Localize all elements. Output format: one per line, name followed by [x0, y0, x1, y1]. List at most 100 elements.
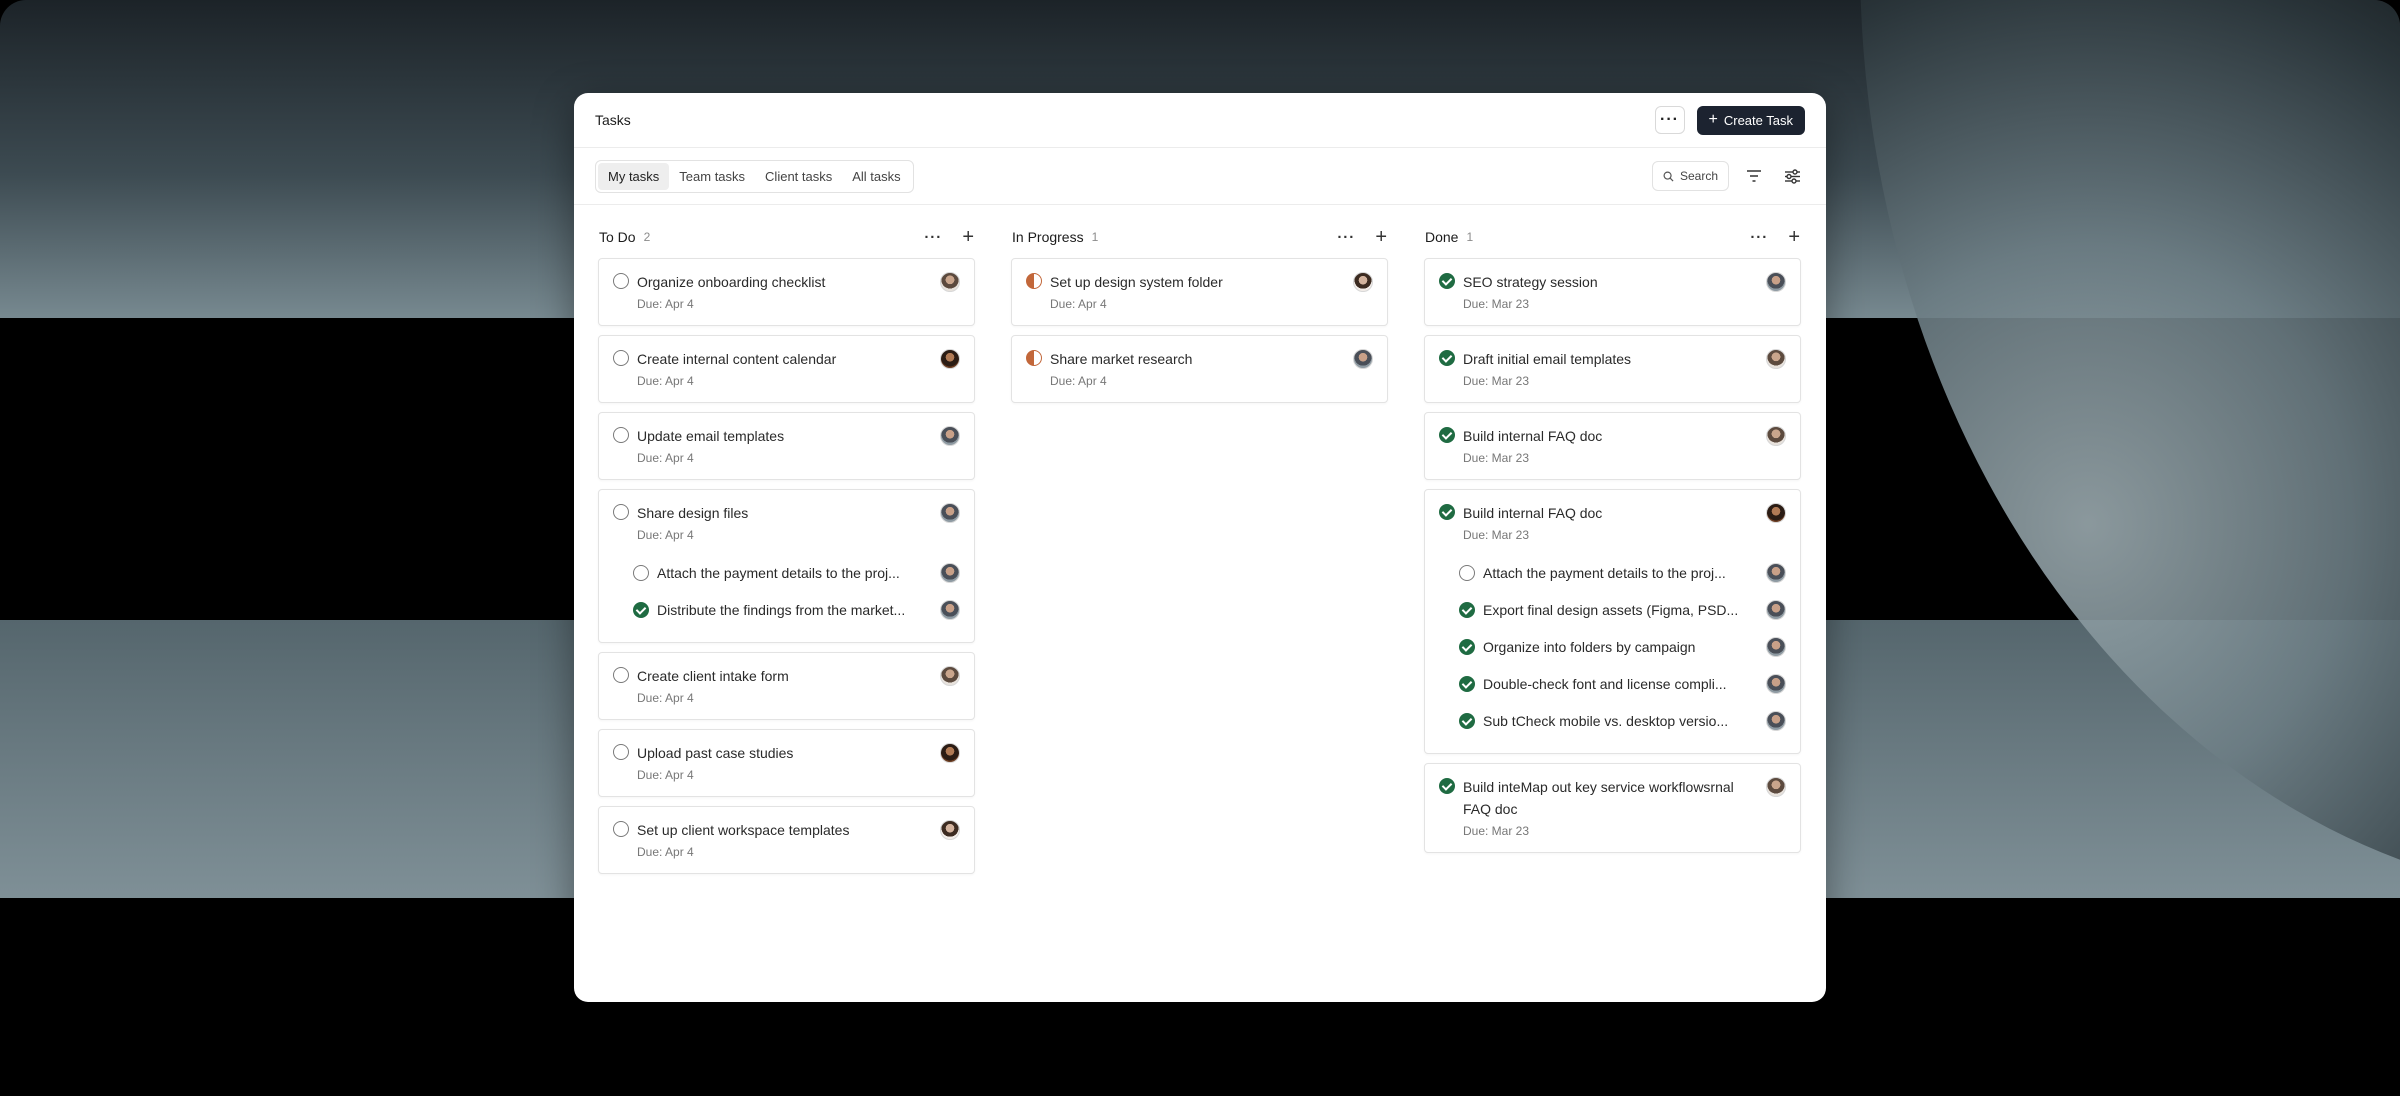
avatar[interactable]: [1766, 777, 1786, 797]
avatar[interactable]: [940, 503, 960, 523]
task-title: Update email templates: [637, 428, 785, 444]
avatar[interactable]: [1353, 272, 1373, 292]
status-todo-icon[interactable]: [613, 821, 629, 837]
column-add-button[interactable]: +: [1375, 227, 1387, 247]
status-progress-icon[interactable]: [1026, 350, 1042, 366]
avatar[interactable]: [1766, 562, 1786, 583]
status-done-icon[interactable]: [1439, 273, 1455, 289]
task-title: SEO strategy session: [1463, 274, 1598, 290]
tab-my-tasks[interactable]: My tasks: [598, 162, 670, 190]
task-card[interactable]: Upload past case studies Due: Apr 4: [598, 729, 975, 797]
task-card[interactable]: Create internal content calendar Due: Apr…: [598, 335, 975, 403]
column-more-button[interactable]: ···: [1337, 230, 1355, 245]
task-card-row: Organize onboarding checklist: [613, 271, 960, 293]
avatar[interactable]: [1766, 349, 1786, 369]
status-todo-icon[interactable]: [613, 273, 629, 289]
task-card[interactable]: SEO strategy session Due: Mar 23: [1424, 258, 1801, 326]
status-todo-icon[interactable]: [613, 504, 629, 520]
avatar[interactable]: [940, 349, 960, 369]
task-card[interactable]: Create client intake form Due: Apr 4: [598, 652, 975, 720]
search-button[interactable]: Search: [1651, 161, 1729, 191]
create-task-label: Create Task: [1723, 112, 1793, 128]
task-card[interactable]: Build internal FAQ doc Due: Mar 23: [1424, 412, 1801, 480]
column-title: In Progress: [1012, 229, 1084, 245]
avatar[interactable]: [940, 599, 960, 620]
create-task-button[interactable]: + Create Task: [1696, 105, 1805, 135]
avatar[interactable]: [940, 743, 960, 763]
avatar[interactable]: [1766, 426, 1786, 446]
avatar[interactable]: [940, 562, 960, 583]
subtask-item[interactable]: Attach the payment details to the proj..…: [1459, 554, 1786, 591]
status-todo-icon[interactable]: [613, 667, 629, 683]
due-date: Due: Apr 4: [637, 528, 694, 542]
avatar[interactable]: [940, 820, 960, 840]
status-done-icon[interactable]: [1459, 638, 1475, 655]
subtask-item[interactable]: Sub tCheck mobile vs. desktop versio...: [1459, 702, 1786, 739]
status-todo-icon[interactable]: [613, 427, 629, 443]
task-card[interactable]: Draft initial email templates Due: Mar 23: [1424, 335, 1801, 403]
tab-all-tasks[interactable]: All tasks: [842, 163, 910, 190]
avatar[interactable]: [1353, 349, 1373, 369]
status-todo-icon[interactable]: [1459, 564, 1475, 581]
status-todo-icon[interactable]: [633, 564, 649, 581]
status-todo-icon[interactable]: [613, 350, 629, 366]
status-done-icon[interactable]: [1439, 427, 1455, 443]
task-card-row: Upload past case studies: [613, 742, 960, 764]
sliders-icon: [1784, 168, 1800, 184]
task-card[interactable]: Update email templates Due: Apr 4: [598, 412, 975, 480]
avatar[interactable]: [1766, 673, 1786, 694]
task-card[interactable]: Set up client workspace templates Due: Ap…: [598, 806, 975, 874]
task-card-row: Share market research: [1026, 348, 1373, 370]
status-done-icon[interactable]: [1439, 350, 1455, 366]
task-card-row: Share design files: [613, 502, 960, 524]
tab-client-tasks[interactable]: Client tasks: [755, 163, 842, 190]
subtask-title: Sub tCheck mobile vs. desktop versio...: [1483, 712, 1729, 729]
more-options-button[interactable]: ···: [1654, 106, 1685, 134]
status-todo-icon[interactable]: [613, 744, 629, 760]
status-done-icon[interactable]: [1459, 601, 1475, 618]
avatar[interactable]: [1766, 636, 1786, 657]
task-card[interactable]: Organize onboarding checklist Due: Apr 4: [598, 258, 975, 326]
subtask-title: Attach the payment details to the proj..…: [657, 564, 900, 581]
subtask-item[interactable]: Double-check font and license compli...: [1459, 665, 1786, 702]
page-title: Tasks: [595, 112, 631, 128]
task-card[interactable]: Share design files Due: Apr 4 Attach the p…: [598, 489, 975, 643]
status-progress-icon[interactable]: [1026, 273, 1042, 289]
subtask-item[interactable]: Export final design assets (Figma, PSD..…: [1459, 591, 1786, 628]
task-title: Build inteMap out key service workflowsr…: [1463, 779, 1734, 817]
search-label: Search: [1679, 169, 1718, 183]
status-done-icon[interactable]: [1459, 712, 1475, 729]
column-more-button[interactable]: ···: [924, 230, 942, 245]
column-actions: ··· +: [1750, 227, 1800, 247]
status-done-icon[interactable]: [633, 601, 649, 618]
task-card[interactable]: Set up design system folder Due: Apr 4: [1011, 258, 1388, 326]
task-card[interactable]: Build inteMap out key service workflowsr…: [1424, 763, 1801, 853]
avatar[interactable]: [1766, 599, 1786, 620]
avatar[interactable]: [940, 666, 960, 686]
column-add-button[interactable]: +: [962, 227, 974, 247]
settings-button[interactable]: [1779, 163, 1805, 189]
filter-bar: My tasks Team tasks Client tasks All tasks …: [574, 148, 1826, 205]
filter-button[interactable]: [1741, 163, 1767, 189]
avatar[interactable]: [1766, 710, 1786, 731]
avatar[interactable]: [940, 426, 960, 446]
status-done-icon[interactable]: [1439, 504, 1455, 520]
column-header: In Progress 1 ··· +: [1011, 225, 1388, 249]
column-more-button[interactable]: ···: [1750, 230, 1768, 245]
status-done-icon[interactable]: [1459, 675, 1475, 692]
avatar[interactable]: [940, 272, 960, 292]
task-card[interactable]: Build internal FAQ doc Due: Mar 23 Attach …: [1424, 489, 1801, 754]
subtask-item[interactable]: Distribute the findings from the market.…: [633, 591, 960, 628]
subtask-item[interactable]: Organize into folders by campaign: [1459, 628, 1786, 665]
task-card[interactable]: Share market research Due: Apr 4: [1011, 335, 1388, 403]
avatar[interactable]: [1766, 272, 1786, 292]
avatar[interactable]: [1766, 503, 1786, 523]
status-done-icon[interactable]: [1439, 778, 1455, 794]
task-title: Share design files: [637, 505, 749, 521]
tab-team-tasks[interactable]: Team tasks: [669, 163, 755, 190]
due-date: Due: Apr 4: [637, 845, 694, 859]
subtask-item[interactable]: Attach the payment details to the proj..…: [633, 554, 960, 591]
column-actions: ··· +: [924, 227, 974, 247]
column-add-button[interactable]: +: [1788, 227, 1800, 247]
plus-icon: +: [1708, 111, 1718, 128]
